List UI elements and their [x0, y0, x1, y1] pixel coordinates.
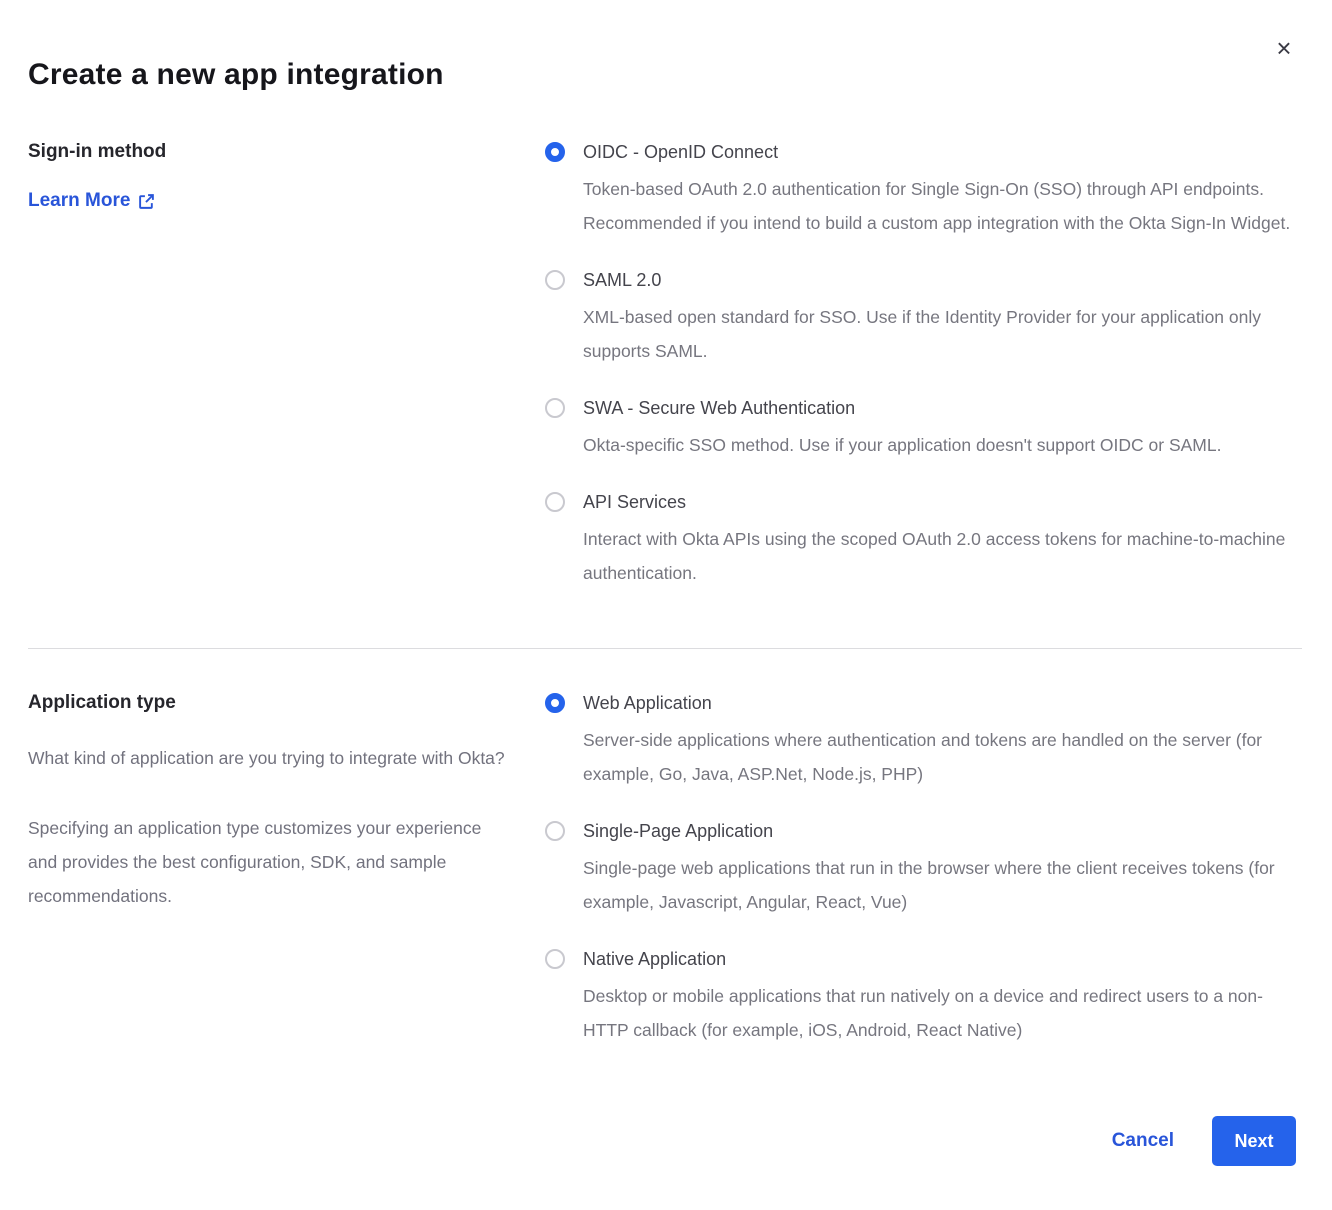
- dialog-title: Create a new app integration: [28, 58, 1296, 92]
- option-label[interactable]: Native Application: [583, 947, 1296, 971]
- option-body: SWA - Secure Web Authentication Okta-spe…: [583, 396, 1221, 462]
- option-label[interactable]: SAML 2.0: [583, 268, 1296, 292]
- learn-more-link[interactable]: Learn More: [28, 190, 155, 212]
- radio-icon[interactable]: [545, 821, 565, 841]
- option-label[interactable]: API Services: [583, 490, 1296, 514]
- signin-option-swa[interactable]: SWA - Secure Web Authentication Okta-spe…: [545, 396, 1296, 462]
- cancel-button[interactable]: Cancel: [1112, 1130, 1174, 1152]
- apptype-option-web[interactable]: Web Application Server-side applications…: [545, 691, 1296, 791]
- radio-selected-icon[interactable]: [545, 142, 565, 162]
- option-description: Okta-specific SSO method. Use if your ap…: [583, 428, 1221, 462]
- external-link-icon: [138, 193, 155, 210]
- application-type-help-text: Specifying an application type customize…: [28, 811, 505, 913]
- signin-option-saml[interactable]: SAML 2.0 XML-based open standard for SSO…: [545, 268, 1296, 368]
- dialog-footer: Cancel Next: [1112, 1116, 1296, 1166]
- section-divider: [28, 648, 1302, 649]
- option-description: Server-side applications where authentic…: [583, 723, 1296, 791]
- apptype-option-native[interactable]: Native Application Desktop or mobile app…: [545, 947, 1296, 1047]
- option-description: Interact with Okta APIs using the scoped…: [583, 522, 1296, 590]
- signin-option-oidc[interactable]: OIDC - OpenID Connect Token-based OAuth …: [545, 140, 1296, 240]
- option-body: Web Application Server-side applications…: [583, 691, 1296, 791]
- option-description: Desktop or mobile applications that run …: [583, 979, 1296, 1047]
- radio-selected-icon[interactable]: [545, 693, 565, 713]
- option-description: Single-page web applications that run in…: [583, 851, 1296, 919]
- option-body: SAML 2.0 XML-based open standard for SSO…: [583, 268, 1296, 368]
- signin-method-section: Sign-in method Learn More OIDC - OpenID …: [28, 140, 1296, 590]
- application-type-left-column: Application type What kind of applicatio…: [28, 691, 545, 913]
- application-type-options: Web Application Server-side applications…: [545, 691, 1296, 1047]
- signin-method-left-column: Sign-in method Learn More: [28, 140, 545, 212]
- radio-icon[interactable]: [545, 492, 565, 512]
- option-label[interactable]: Web Application: [583, 691, 1296, 715]
- option-body: API Services Interact with Okta APIs usi…: [583, 490, 1296, 590]
- option-body: Native Application Desktop or mobile app…: [583, 947, 1296, 1047]
- radio-icon[interactable]: [545, 949, 565, 969]
- option-label[interactable]: Single-Page Application: [583, 819, 1296, 843]
- application-type-question: What kind of application are you trying …: [28, 741, 505, 775]
- next-button[interactable]: Next: [1212, 1116, 1296, 1166]
- application-type-section: Application type What kind of applicatio…: [28, 691, 1296, 1047]
- radio-icon[interactable]: [545, 398, 565, 418]
- option-label[interactable]: OIDC - OpenID Connect: [583, 140, 1296, 164]
- signin-method-options: OIDC - OpenID Connect Token-based OAuth …: [545, 140, 1296, 590]
- apptype-option-spa[interactable]: Single-Page Application Single-page web …: [545, 819, 1296, 919]
- application-type-label: Application type: [28, 691, 505, 715]
- option-body: OIDC - OpenID Connect Token-based OAuth …: [583, 140, 1296, 240]
- option-description: Token-based OAuth 2.0 authentication for…: [583, 172, 1296, 240]
- signin-option-api-services[interactable]: API Services Interact with Okta APIs usi…: [545, 490, 1296, 590]
- radio-icon[interactable]: [545, 270, 565, 290]
- create-app-integration-dialog: × Create a new app integration Sign-in m…: [0, 0, 1332, 1210]
- close-icon[interactable]: ×: [1270, 34, 1298, 62]
- learn-more-label: Learn More: [28, 190, 130, 212]
- option-body: Single-Page Application Single-page web …: [583, 819, 1296, 919]
- option-description: XML-based open standard for SSO. Use if …: [583, 300, 1296, 368]
- option-label[interactable]: SWA - Secure Web Authentication: [583, 396, 1221, 420]
- signin-method-label: Sign-in method: [28, 140, 505, 164]
